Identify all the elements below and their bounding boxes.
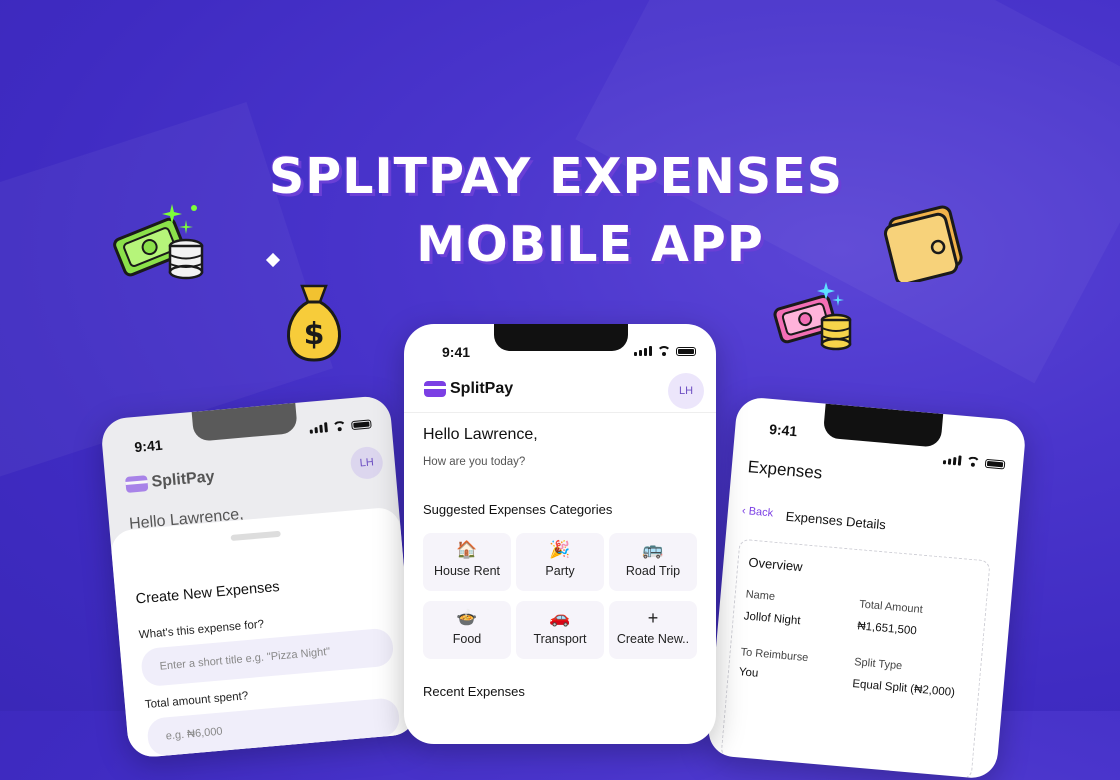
overview-card: Overview Name Jollof Night Total Amount … [720,538,991,780]
total-label: Total Amount [858,598,924,616]
category-house-rent[interactable]: 🏠 House Rent [423,533,511,591]
food-bowl-icon: 🍲 [456,608,478,627]
battery-icon [351,419,372,431]
total-value: ₦1,651,500 [856,620,918,638]
phone-notch [822,403,944,448]
status-time: 9:41 [133,436,164,456]
plus-icon: + [647,608,659,628]
total-amount-label: Total amount spent? [144,690,249,712]
signal-icon [634,346,652,356]
app-name: SplitPay [150,468,216,491]
split-type-label: Split Type [853,656,903,673]
recent-expenses-title: Recent Expenses [423,684,525,699]
phone-expense-details: 9:41 Expenses ‹ Back Expenses Details Ov… [706,396,1027,780]
money-bag-sticker: $ [287,284,341,362]
status-time: 9:41 [442,344,471,360]
name-value: Jollof Night [743,610,802,628]
splitpay-logo-icon [424,381,446,397]
status-icons [634,346,696,356]
category-create-new[interactable]: + Create New.. [609,601,697,659]
avatar[interactable]: LH [349,445,385,481]
expense-title-label: What's this expense for? [138,618,265,642]
screen-title: Expenses [747,457,824,483]
wallet-sticker [883,205,963,282]
greeting: Hello Lawrence, [423,426,538,443]
app-logo: SplitPay [125,468,215,494]
back-label: Back [748,505,774,520]
avatar[interactable]: LH [668,373,704,409]
overview-title: Overview [747,554,804,575]
category-food[interactable]: 🍲 Food [423,601,511,659]
signal-icon [309,422,328,434]
categories-title: Suggested Expenses Categories [423,502,613,517]
party-popper-icon: 🎉 [549,540,571,559]
header-divider [404,412,716,413]
status-time: 9:41 [768,420,798,440]
category-transport[interactable]: 🚗 Transport [516,601,604,659]
sheet-title: Create New Expenses [135,579,281,608]
back-button[interactable]: ‹ Back [741,505,773,520]
car-icon: 🚗 [549,608,571,627]
battery-icon [676,347,696,356]
signal-icon [942,454,962,466]
battery-icon [984,458,1006,470]
sheet-handle[interactable] [230,530,281,542]
name-label: Name [745,588,776,603]
splitpay-logo-icon [125,475,149,493]
app-logo: SplitPay [424,380,513,398]
svg-text:$: $ [304,317,325,352]
cash-and-coins-sticker-right [773,282,852,351]
wifi-icon [332,421,347,432]
details-subtitle: Expenses Details [785,508,887,533]
reimburse-value: You [738,666,759,680]
phone-create-expense: 9:41 SplitPay LH Hello Lawrence, Create … [100,394,419,759]
category-road-trip[interactable]: 🚌 Road Trip [609,533,697,591]
status-icons [309,418,372,434]
app-name: SplitPay [450,380,514,397]
reimburse-label: To Reimburse [740,646,809,665]
bus-icon: 🚌 [642,540,664,559]
greeting-subtitle: How are you today? [423,456,526,468]
wifi-icon [657,346,671,356]
cash-and-coins-sticker-left [113,204,204,280]
phone-notch [494,324,628,351]
status-icons [942,454,1006,470]
house-icon: 🏠 [456,540,478,559]
create-expense-sheet: Create New Expenses What's this expense … [109,506,419,759]
split-type-value: Equal Split (₦2,000) [851,678,956,700]
category-party[interactable]: 🎉 Party [516,533,604,591]
wifi-icon [966,456,981,467]
phone-home: 9:41 SplitPay LH Hello Lawrence, How are… [404,324,716,744]
